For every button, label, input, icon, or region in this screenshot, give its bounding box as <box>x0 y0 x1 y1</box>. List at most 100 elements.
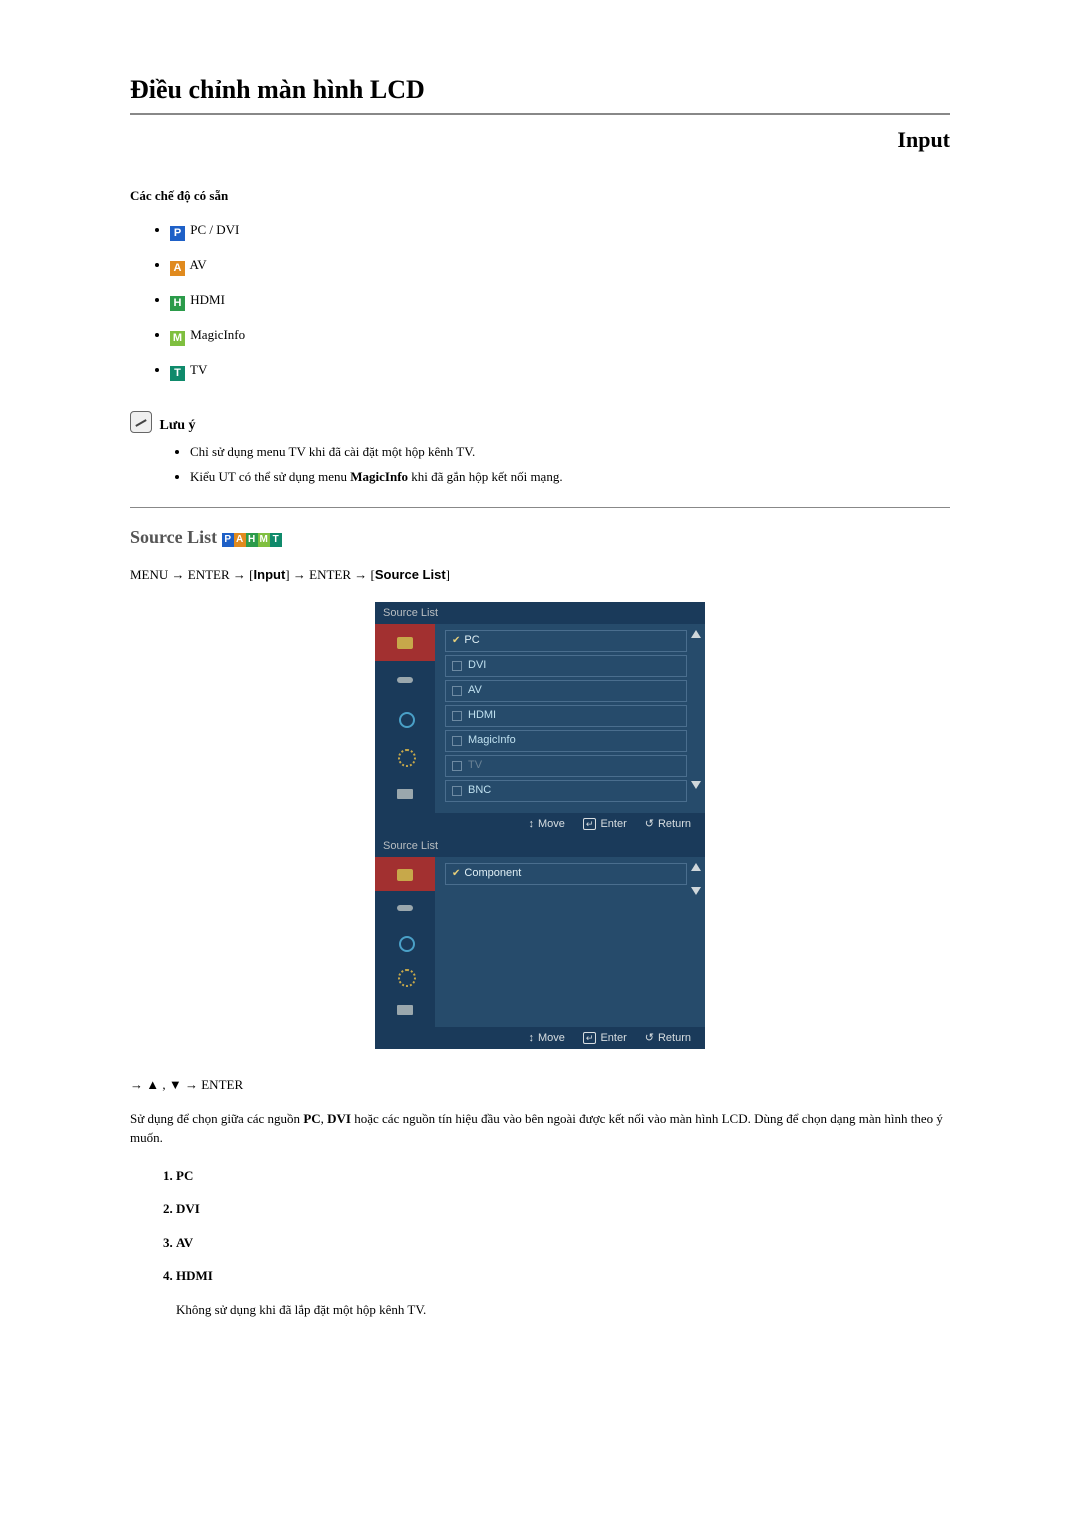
osd-foot-enter: Enter <box>583 816 627 833</box>
menu-path: MENU → ENTER → [Input] → ENTER → [Source… <box>130 565 950 585</box>
rect-icon <box>395 1003 415 1017</box>
badge-p-icon: P <box>222 533 234 547</box>
mode-item-hdmi: H HDMI <box>170 290 950 311</box>
note-heading-text: Lưu ý <box>160 418 196 433</box>
osd-side-picture[interactable] <box>375 661 435 699</box>
osd-footer: Move Enter Return <box>375 813 705 836</box>
osd-sidebar <box>375 624 435 813</box>
section-divider <box>130 507 950 508</box>
input-icon <box>395 635 415 649</box>
osd-row-magicinfo[interactable]: MagicInfo <box>445 730 687 752</box>
scroll-up-icon[interactable] <box>691 863 701 871</box>
desc-pc: PC <box>303 1111 320 1126</box>
source-list-heading-text: Source List <box>130 527 217 547</box>
note-heading: Lưu ý <box>130 411 950 436</box>
menu-path-text: MENU → ENTER → <box>130 567 249 582</box>
section-heading-input: Input <box>130 123 950 156</box>
mode-label: HDMI <box>190 292 225 307</box>
osd-side-sound[interactable] <box>375 699 435 737</box>
osd-side-picture[interactable] <box>375 891 435 925</box>
osd-row-label: PC <box>464 632 479 649</box>
badge-t-icon: T <box>270 533 282 547</box>
osd-row-hdmi[interactable]: HDMI <box>445 705 687 727</box>
note-item: Chỉ sử dụng menu TV khi đã cài đặt một h… <box>190 442 950 462</box>
osd-row-label: BNC <box>468 782 491 799</box>
badge-a-icon: A <box>234 533 246 547</box>
ol-item-hdmi: HDMI Không sử dụng khi đã lắp đặt một hộ… <box>176 1266 950 1319</box>
osd-foot-return: Return <box>645 1030 691 1047</box>
osd-row-label: AV <box>468 682 482 699</box>
t-icon: T <box>170 366 185 381</box>
nav-keys-line: → ▲ , ▼ → ENTER <box>130 1075 950 1095</box>
osd-main: ✔PC DVI AV HDMI MagicInfo TV BNC <box>435 624 705 813</box>
slider-icon <box>395 673 415 687</box>
ol-item-pc: PC <box>176 1166 950 1186</box>
osd-side-setup[interactable] <box>375 959 435 993</box>
circle-icon <box>395 935 415 949</box>
rect-icon <box>395 787 415 801</box>
menu-path-sourcelist: Source List <box>375 567 446 582</box>
menu-path-input: Input <box>254 567 286 582</box>
osd-foot-return: Return <box>645 816 691 833</box>
osd-row-component[interactable]: ✔ Component <box>445 863 687 885</box>
badge-h-icon: H <box>246 533 258 547</box>
osd-side-multi[interactable] <box>375 775 435 813</box>
scroll-up-icon[interactable] <box>691 630 701 638</box>
mode-item-pc-dvi: P PC / DVI <box>170 220 950 241</box>
note-list: Chỉ sử dụng menu TV khi đã cài đặt một h… <box>130 442 950 487</box>
mode-item-av: A AV <box>170 255 950 276</box>
desc-dvi: DVI <box>327 1111 351 1126</box>
m-icon: M <box>170 331 185 346</box>
osd-side-input[interactable] <box>375 857 435 891</box>
note-bold: MagicInfo <box>350 469 408 484</box>
osd-row-dvi[interactable]: DVI <box>445 655 687 677</box>
scroll-down-icon[interactable] <box>691 781 701 789</box>
available-modes-list: P PC / DVI A AV H HDMI M MagicInfo T TV <box>130 220 950 381</box>
available-modes-heading: Các chế độ có sẵn <box>130 186 950 206</box>
osd-row-pc[interactable]: ✔PC <box>445 630 687 652</box>
osd-row-bnc[interactable]: BNC <box>445 780 687 802</box>
menu-path-text: → ENTER → <box>290 567 371 582</box>
osd-side-input[interactable] <box>375 624 435 662</box>
desc-text: Sử dụng để chọn giữa các nguồn <box>130 1111 303 1126</box>
mode-label: PC / DVI <box>190 222 239 237</box>
osd-sidebar <box>375 857 435 1027</box>
osd-title: Source List <box>375 602 705 624</box>
osd-side-sound[interactable] <box>375 925 435 959</box>
osd-row-tv[interactable]: TV <box>445 755 687 777</box>
h-icon: H <box>170 296 185 311</box>
badge-m-icon: M <box>258 533 270 547</box>
mode-label: TV <box>190 362 207 377</box>
mode-item-magicinfo: M MagicInfo <box>170 325 950 346</box>
slider-icon <box>395 901 415 915</box>
osd-foot-move: Move <box>529 1030 565 1047</box>
mode-item-tv: T TV <box>170 360 950 381</box>
note-item: Kiểu UT có thể sử dụng menu MagicInfo kh… <box>190 467 950 487</box>
mode-label: AV <box>190 257 207 272</box>
osd-side-setup[interactable] <box>375 737 435 775</box>
p-icon: P <box>170 226 185 241</box>
source-list-description: Sử dụng để chọn giữa các nguồn PC, DVI h… <box>130 1109 950 1148</box>
mode-label: MagicInfo <box>190 327 245 342</box>
scroll-down-icon[interactable] <box>691 887 701 895</box>
osd-row-av[interactable]: AV <box>445 680 687 702</box>
title-divider <box>130 113 950 115</box>
osd-title: Source List <box>375 835 705 857</box>
page-title: Điều chỉnh màn hình LCD <box>130 70 950 109</box>
osd-sourcelist-1: Source List ✔PC DVI AV HDMI MagicInfo TV… <box>375 602 705 835</box>
check-icon: ✔ <box>452 866 460 881</box>
osd-foot-move: Move <box>529 816 565 833</box>
osd-row-label: HDMI <box>468 707 496 724</box>
osd-side-multi[interactable] <box>375 993 435 1027</box>
ol-item-av: AV <box>176 1233 950 1253</box>
osd-footer: Move Enter Return <box>375 1027 705 1050</box>
a-icon: A <box>170 261 185 276</box>
ol-item-hdmi-note: Không sử dụng khi đã lắp đặt một hộp kên… <box>176 1300 950 1320</box>
gear-icon <box>395 749 415 763</box>
note-icon <box>130 411 152 433</box>
osd-row-label: DVI <box>468 657 486 674</box>
osd-sourcelist-2: Source List ✔ Component Move Enter Return <box>375 835 705 1049</box>
osd-row-label: Component <box>464 865 521 882</box>
source-list-heading: Source List PAHMT <box>130 524 950 551</box>
osd-row-label: TV <box>468 757 482 774</box>
